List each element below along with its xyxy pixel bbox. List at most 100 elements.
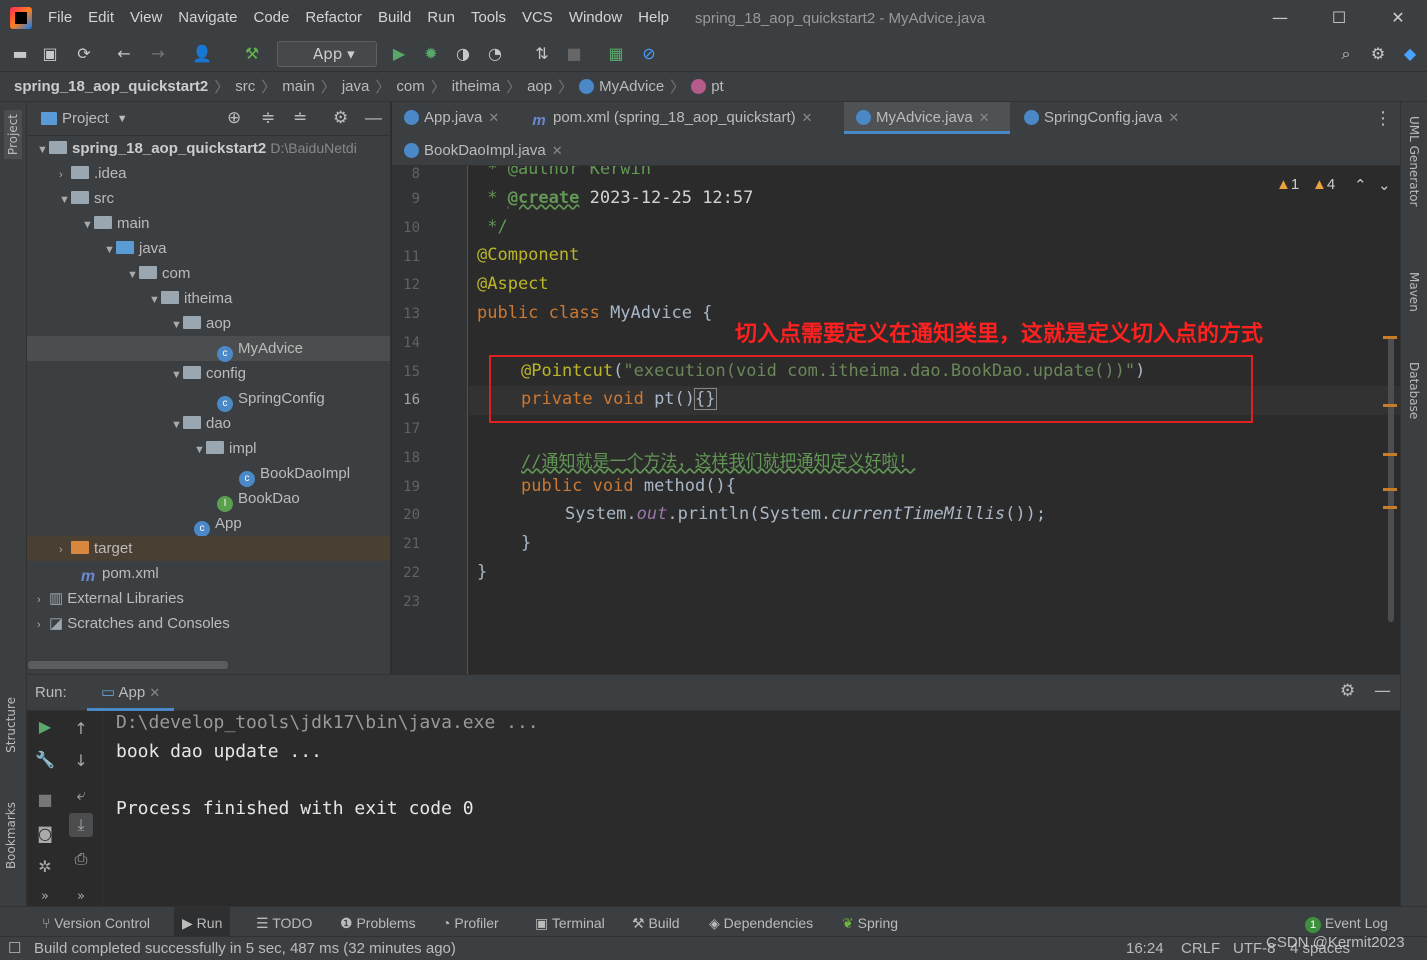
scroll-marker[interactable] (1383, 453, 1397, 456)
tree-item-com[interactable]: ▼ com (27, 261, 390, 286)
tab-project[interactable]: Project (4, 110, 22, 160)
close-tab-icon[interactable]: ✕ (552, 143, 563, 158)
close-tab-icon[interactable]: ✕ (488, 110, 499, 125)
hide-panel-icon[interactable]: — (365, 108, 382, 128)
close-tab-icon[interactable]: ✕ (149, 685, 160, 700)
close-tab-icon[interactable]: ✕ (802, 110, 813, 125)
tool-spring[interactable]: ❦ Spring (834, 907, 906, 937)
tab-bookdaoimpl-java[interactable]: BookDaoImpl.java ✕ (392, 135, 582, 167)
tree-item-root[interactable]: ▼ spring_18_aop_quickstart2 D:\BaiduNetdi (27, 136, 390, 161)
scroll-marker[interactable] (1383, 506, 1397, 509)
back-icon[interactable]: ← (112, 42, 136, 66)
tree-item-springconfig[interactable]: c SpringConfig (27, 386, 390, 412)
warning-count[interactable]: ▲4 (1312, 176, 1335, 193)
chevron-down-icon[interactable]: ▼ (117, 113, 128, 125)
breadcrumb-myadvice[interactable]: MyAdvice (599, 78, 664, 95)
tool-version-control[interactable]: ⑂ Version Control (34, 907, 158, 937)
menu-vcs[interactable]: VCS (514, 0, 561, 36)
menu-tools[interactable]: Tools (463, 0, 514, 36)
tool-terminal[interactable]: ▣ Terminal (527, 907, 613, 937)
weak-warning-count[interactable]: ▲1 (1276, 176, 1299, 193)
tree-item-idea[interactable]: › .idea (27, 161, 390, 186)
tree-item-myadvice[interactable]: c MyAdvice (27, 336, 390, 362)
tree-item-main[interactable]: ▼ main (27, 211, 390, 236)
rerun-icon[interactable]: ▶ (33, 715, 57, 739)
tool-problems[interactable]: ❶ Problems (332, 907, 424, 937)
tool-run[interactable]: ▶ Run (174, 907, 231, 937)
tab-uml-generator[interactable]: UML Generator (1407, 116, 1421, 207)
project-view-select[interactable]: Project (62, 110, 109, 127)
tree-item-target[interactable]: › target (27, 536, 390, 561)
close-icon[interactable]: ✕ (1368, 0, 1427, 36)
down-arrow-icon[interactable]: ↓ (69, 749, 93, 773)
sync-icon[interactable]: ⟳ (72, 42, 96, 66)
breadcrumb-java[interactable]: java (342, 78, 370, 95)
tab-myadvice-java[interactable]: MyAdvice.java ✕ (844, 102, 1010, 134)
next-highlight-icon[interactable]: ⌄ (1378, 176, 1391, 194)
menu-code[interactable]: Code (245, 0, 297, 36)
breadcrumb-pt[interactable]: pt (711, 78, 724, 95)
attach-debugger-icon[interactable]: ⇅ (530, 42, 554, 66)
more-tabs-icon[interactable]: ⋮ (1374, 108, 1392, 129)
plugin-icon[interactable]: ◆ (1398, 42, 1422, 66)
coverage-icon[interactable]: ◑ (451, 42, 475, 66)
tool-build[interactable]: ⚒ Build (624, 907, 688, 937)
tab-bookmarks[interactable]: Bookmarks (4, 802, 18, 869)
breadcrumb-src[interactable]: src (235, 78, 255, 95)
tree-item-app[interactable]: c App (27, 511, 390, 537)
tree-item-bookdao[interactable]: I BookDao (27, 486, 390, 512)
scroll-marker[interactable] (1383, 488, 1397, 491)
build-hammer-icon[interactable]: ⚒ (240, 42, 264, 66)
tab-maven[interactable]: Maven (1407, 272, 1421, 312)
tree-item-dao[interactable]: ▼ dao (27, 411, 390, 436)
tab-structure[interactable]: Structure (4, 697, 18, 753)
menu-file[interactable]: File (40, 0, 80, 36)
menu-view[interactable]: View (122, 0, 170, 36)
caret-position[interactable]: 16:24 (1126, 937, 1164, 960)
vertical-scrollbar[interactable] (1388, 336, 1394, 622)
horizontal-scrollbar[interactable] (28, 661, 228, 669)
collapse-all-icon[interactable]: ≐ (293, 108, 307, 128)
status-message[interactable]: Build completed successfully in 5 sec, 4… (34, 937, 456, 960)
tool-dependencies[interactable]: ◈ Dependencies (701, 907, 821, 937)
tree-item-itheima[interactable]: ▼ itheima (27, 286, 390, 311)
monitor-icon[interactable]: ▦ (604, 42, 628, 66)
expand-all-icon[interactable]: ≑ (261, 108, 275, 128)
menu-refactor[interactable]: Refactor (297, 0, 370, 36)
profile-icon[interactable]: ◔ (483, 42, 507, 66)
tab-app-java[interactable]: App.java ✕ (392, 102, 514, 134)
tree-item-aop[interactable]: ▼ aop (27, 311, 390, 336)
camera-icon[interactable]: ◙ (33, 822, 57, 846)
tree-item-external-libraries[interactable]: › ▥ External Libraries (27, 586, 390, 611)
debug-icon[interactable]: ✹ (419, 42, 443, 66)
gear-icon[interactable]: ⚙ (333, 108, 348, 128)
code-editor[interactable]: 8 9 10 11 12 13 14 15 16 17 18 19 20 21 … (392, 166, 1400, 674)
status-toggle-icon[interactable]: ☐ (8, 937, 21, 960)
hide-panel-icon[interactable]: — (1374, 681, 1391, 701)
scroll-marker[interactable] (1383, 404, 1397, 407)
up-arrow-icon[interactable]: ↑ (69, 717, 93, 741)
scroll-marker[interactable] (1383, 336, 1397, 339)
run-config-select[interactable]: App ▾ (277, 41, 377, 67)
locate-icon[interactable]: ⊕ (227, 108, 241, 128)
no-entry-icon[interactable]: ⊘ (637, 42, 661, 66)
menu-help[interactable]: Help (630, 0, 677, 36)
maximize-icon[interactable]: ☐ (1309, 0, 1369, 36)
stop-icon[interactable]: ■ (562, 42, 586, 66)
tab-pom-xml[interactable]: m pom.xml (spring_18_aop_quickstart) ✕ (518, 102, 838, 134)
run-icon[interactable]: ▶ (387, 42, 411, 66)
previous-highlight-icon[interactable]: ⌃ (1354, 176, 1367, 194)
breadcrumb-com[interactable]: com (396, 78, 424, 95)
close-tab-icon[interactable]: ✕ (979, 110, 990, 125)
stop-icon[interactable]: ■ (33, 788, 57, 812)
menu-navigate[interactable]: Navigate (170, 0, 245, 36)
tab-springconfig-java[interactable]: SpringConfig.java ✕ (1012, 102, 1202, 134)
soft-wrap-icon[interactable]: ⤶ (69, 783, 93, 807)
tree-item-scratches[interactable]: › ◪ Scratches and Consoles (27, 611, 390, 636)
tree-item-config[interactable]: ▼ config (27, 361, 390, 386)
open-folder-icon[interactable]: ▬ (8, 42, 32, 66)
tool-todo[interactable]: ☰ TODO (248, 907, 320, 937)
breadcrumb-itheima[interactable]: itheima (452, 78, 500, 95)
breadcrumb-aop[interactable]: aop (527, 78, 552, 95)
settings-gear-icon[interactable]: ⚙ (1366, 42, 1390, 66)
